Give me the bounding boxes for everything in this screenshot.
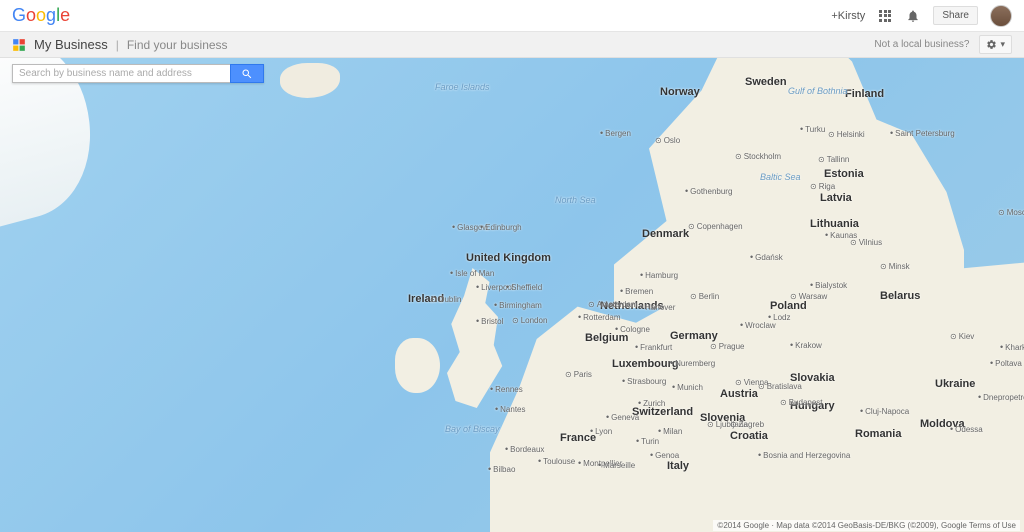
country-label: Norway [660,86,700,98]
landmass [614,58,964,308]
city-label: Sheffield [506,282,542,292]
my-business-icon [12,38,26,52]
city-label: London [512,316,547,325]
share-button[interactable]: Share [933,6,978,25]
search-button[interactable] [230,64,264,83]
landmass [430,268,515,408]
city-label: Birmingham [494,300,542,310]
city-label: Dublin [430,295,461,304]
landmass [395,338,440,393]
gear-icon [986,39,997,50]
search-box [12,64,264,83]
settings-button[interactable]: ▾ [979,35,1012,54]
city-label: Moscow [998,208,1024,217]
chevron-down-icon: ▾ [1000,39,1005,50]
water-label: Faroe Islands [435,82,490,92]
landmass [280,63,340,98]
water-label: North Sea [555,195,596,205]
google-logo[interactable]: Google [12,5,70,26]
avatar[interactable] [990,5,1012,27]
user-profile-link[interactable]: +Kirsty [831,10,865,22]
search-input[interactable] [12,64,230,83]
map-attribution: ©2014 Google · Map data ©2014 GeoBasis-D… [713,520,1020,531]
notifications-icon[interactable] [905,8,921,24]
map-canvas[interactable]: IcelandNorwaySwedenFinlandUnited Kingdom… [0,58,1024,532]
page-title: My Business [34,37,108,52]
city-label: Bergen [600,128,631,138]
not-local-link[interactable]: Not a local business? [874,39,969,50]
apps-icon[interactable] [877,8,893,24]
sub-bar: My Business | Find your business Not a l… [0,32,1024,58]
search-icon [241,68,253,80]
landmass [0,58,111,233]
water-label: Bay of Biscay [445,424,500,434]
top-bar: Google +Kirsty Share [0,0,1024,32]
page-subtitle: Find your business [127,38,228,52]
city-label: Edinburgh [480,222,522,232]
city-label: Glasgow [452,222,488,232]
country-label: Ireland [408,293,444,305]
country-label: United Kingdom [466,252,551,264]
